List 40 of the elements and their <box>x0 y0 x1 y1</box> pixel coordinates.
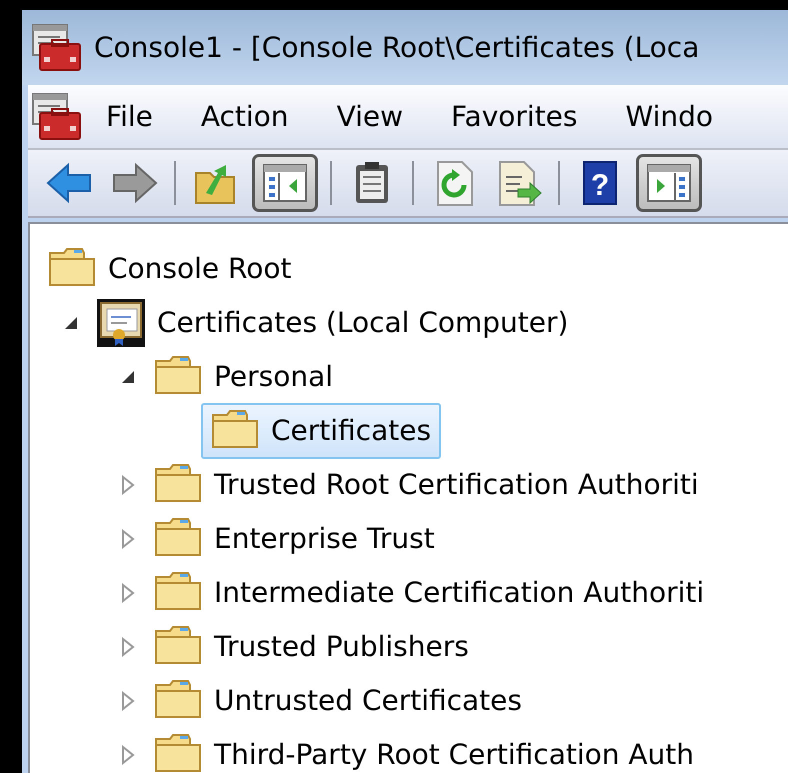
collapsed-arrow-icon[interactable] <box>120 691 136 711</box>
tree-item-label: Console Root <box>108 251 292 287</box>
tree-item-label: Third-Party Root Certification Auth <box>214 737 694 773</box>
collapsed-arrow-icon[interactable] <box>120 745 136 765</box>
tree-item-label: Trusted Root Certification Authoriti <box>214 467 699 503</box>
tree-item-label: Personal <box>214 359 334 395</box>
folder-icon <box>154 731 202 773</box>
tree-item-label: Intermediate Certification Authoriti <box>214 575 704 611</box>
menu-item[interactable]: Favorites <box>427 96 602 138</box>
tree-item-label: Untrusted Certificates <box>214 683 522 719</box>
tree-item[interactable]: Trusted Publishers <box>144 619 479 675</box>
toolbar-button[interactable] <box>636 154 702 212</box>
collapsed-arrow-icon[interactable] <box>120 529 136 549</box>
certificate-icon <box>97 299 145 347</box>
menu-item[interactable]: Windo <box>602 96 737 138</box>
expanded-arrow-icon[interactable] <box>120 369 136 385</box>
collapsed-arrow-icon[interactable] <box>120 583 136 603</box>
menu-item[interactable]: View <box>312 96 428 138</box>
menu-item[interactable]: File <box>82 96 177 138</box>
tree-item[interactable]: Certificates <box>201 403 442 459</box>
window-title: Console1 - [Console Root\Certificates (Loca <box>94 30 700 66</box>
tree-item[interactable]: Untrusted Certificates <box>144 673 532 729</box>
tree-item[interactable]: Enterprise Trust <box>144 511 445 567</box>
tree-item[interactable]: Personal <box>144 349 344 405</box>
tree-item-label: Certificates (Local Computer) <box>157 305 568 341</box>
toolbar-button[interactable] <box>252 154 318 212</box>
tree-item[interactable]: Intermediate Certification Authoriti <box>144 565 714 621</box>
tree-item[interactable]: Trusted Root Certification Authoriti <box>144 457 709 513</box>
tree-item[interactable]: Third-Party Root Certification Auth <box>144 727 704 773</box>
tree-item-label: Certificates <box>271 413 432 449</box>
tree-item[interactable]: Console Root <box>38 241 302 297</box>
expanded-arrow-icon[interactable] <box>62 315 78 331</box>
collapsed-arrow-icon[interactable] <box>120 637 136 657</box>
tree-item[interactable]: Certificates (Local Computer) <box>87 295 578 351</box>
app-icon <box>32 24 82 72</box>
tree-item-label: Enterprise Trust <box>214 521 435 557</box>
menu-item[interactable]: Action <box>176 96 313 138</box>
app-icon[interactable] <box>32 92 82 140</box>
collapsed-arrow-icon[interactable] <box>120 475 136 495</box>
tree-item-label: Trusted Publishers <box>214 629 469 665</box>
